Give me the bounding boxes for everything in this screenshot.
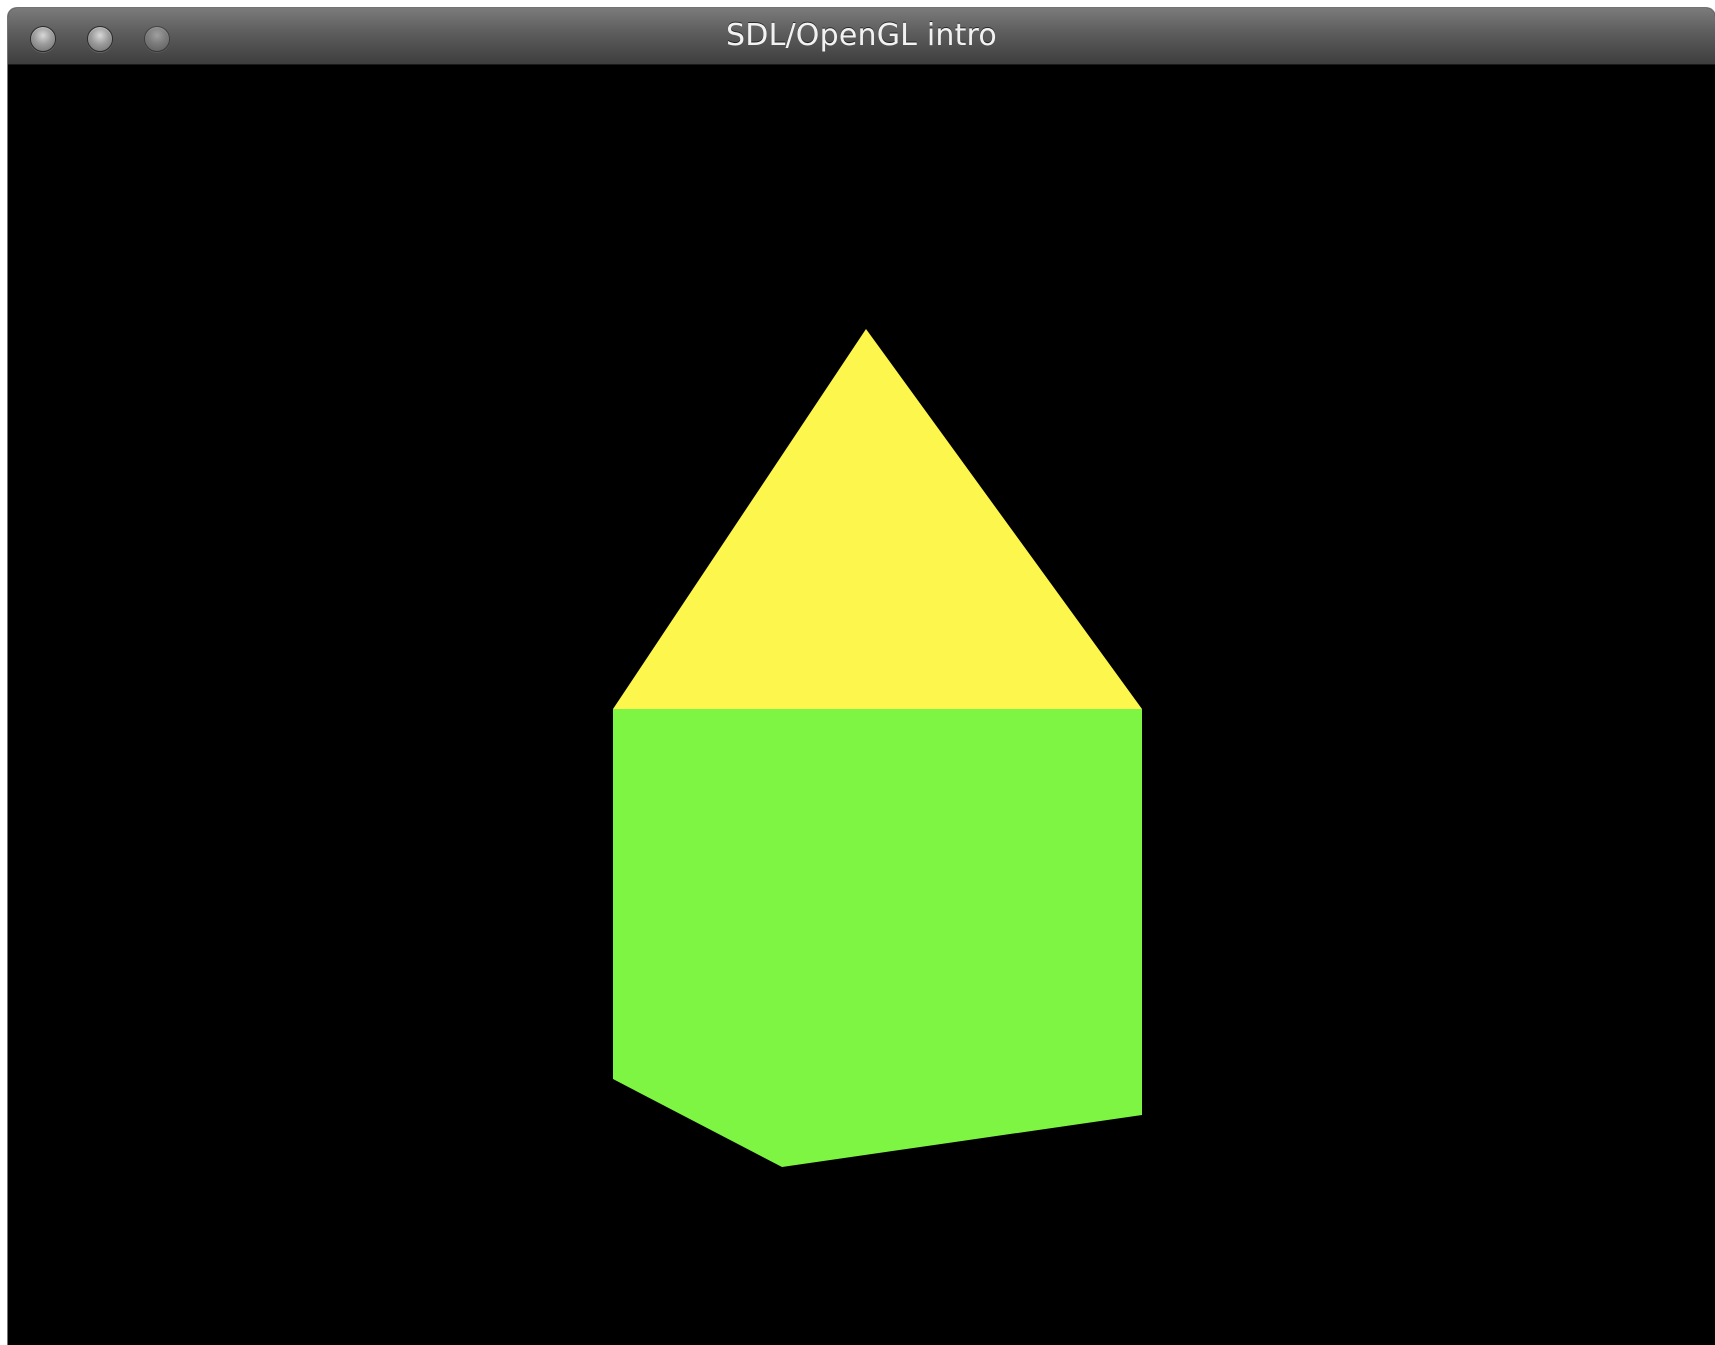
window-title: SDL/OpenGL intro [726,18,997,53]
roof-triangle [613,329,1142,709]
scene-canvas [613,329,1142,1167]
wall-prism [613,709,1142,1167]
opengl-viewport[interactable] [8,65,1715,1345]
title-bar[interactable]: SDL/OpenGL intro [8,8,1715,65]
app-window: SDL/OpenGL intro [8,8,1715,1345]
